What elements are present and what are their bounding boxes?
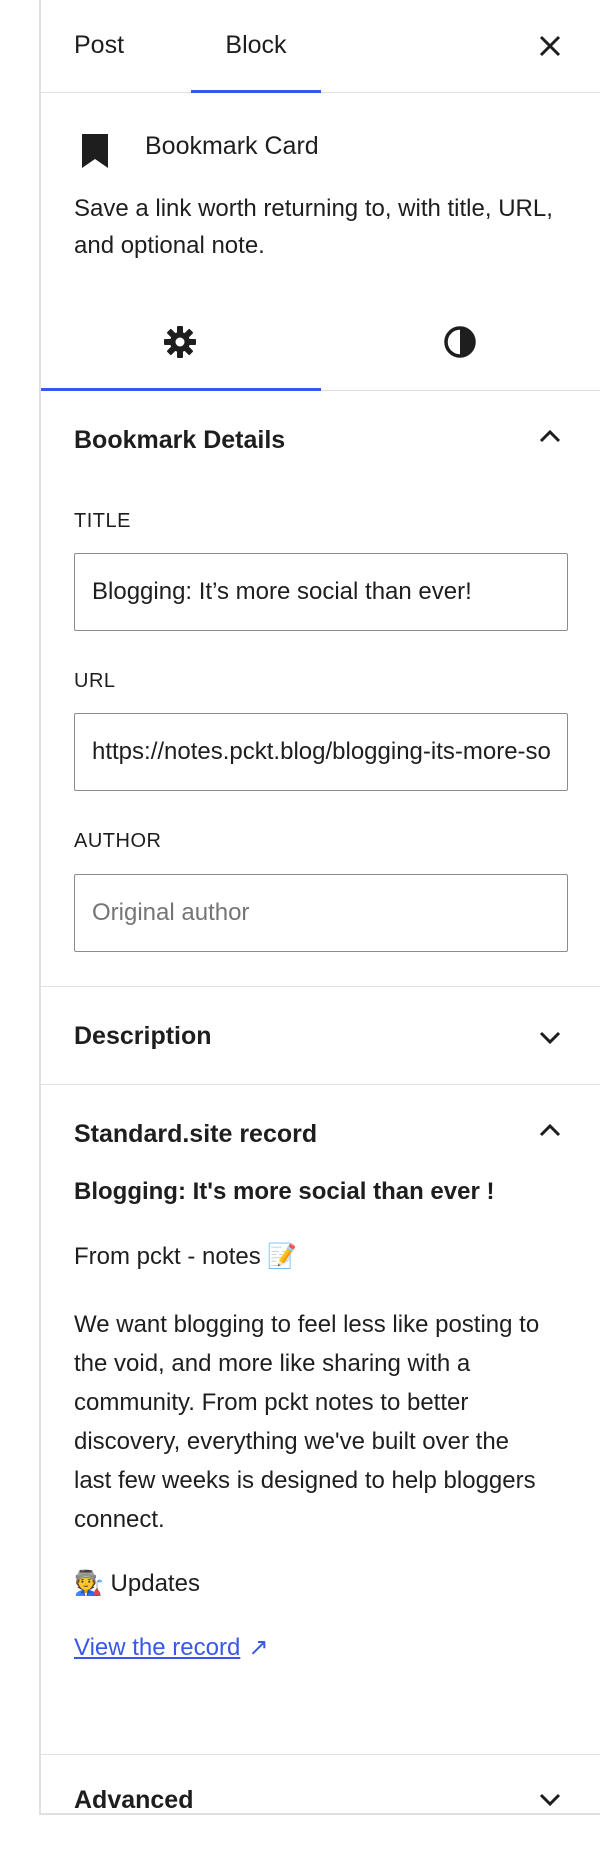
record-toggle[interactable]: Standard.site record [41,1086,600,1182]
author-input[interactable] [74,874,568,952]
block-title: Bookmark Card [145,132,319,160]
chevron-up-icon [539,429,561,443]
view-record-link[interactable]: View the record ↗ [74,1633,268,1662]
author-label: AUTHOR [74,830,162,852]
inspector-subtabs [41,292,600,391]
close-icon [539,35,561,57]
description-toggle[interactable]: Description [41,988,600,1084]
contrast-icon [444,326,476,358]
tab-block[interactable]: Block [191,0,321,93]
bookmark-details-toggle[interactable]: Bookmark Details [41,392,600,488]
divider [41,1084,600,1085]
block-description: Save a link worth returning to, with tit… [74,195,553,259]
chevron-up-icon [539,1123,561,1137]
record-tag: 🧑‍🏭 Updates [74,1570,200,1597]
bookmark-details-title: Bookmark Details [74,426,286,454]
tab-styles[interactable] [321,292,600,390]
divider [41,986,600,987]
description-title: Description [74,1022,212,1050]
tab-post[interactable]: Post [74,0,124,92]
block-card: Bookmark Card Save a link worth returnin… [41,92,600,259]
view-record-link-text: View the record [74,1634,241,1661]
record-title: Blogging: It's more social than ever ! [74,1178,495,1205]
record-panel-title: Standard.site record [74,1120,318,1148]
record-source: From pckt - notes 📝 [74,1243,298,1270]
gear-icon [164,326,196,358]
advanced-title: Advanced [74,1786,194,1814]
url-input[interactable] [74,713,568,791]
record-body: We want blogging to feel less like posti… [74,1311,540,1533]
chevron-down-icon [539,1031,561,1045]
close-button[interactable] [534,30,566,62]
block-inspector-sidebar: Post Block Bookmark Card Save a link wor… [39,0,600,1815]
divider [41,1754,600,1755]
title-label: TITLE [74,510,131,532]
bookmark-icon [82,134,108,168]
advanced-toggle[interactable]: Advanced [41,1756,600,1814]
title-input[interactable] [74,553,568,631]
tab-settings[interactable] [41,292,321,391]
url-label: URL [74,670,116,692]
chevron-down-icon [539,1793,561,1807]
external-link-icon: ↗ [248,1634,269,1661]
sidebar-tabs: Post Block [41,0,600,93]
